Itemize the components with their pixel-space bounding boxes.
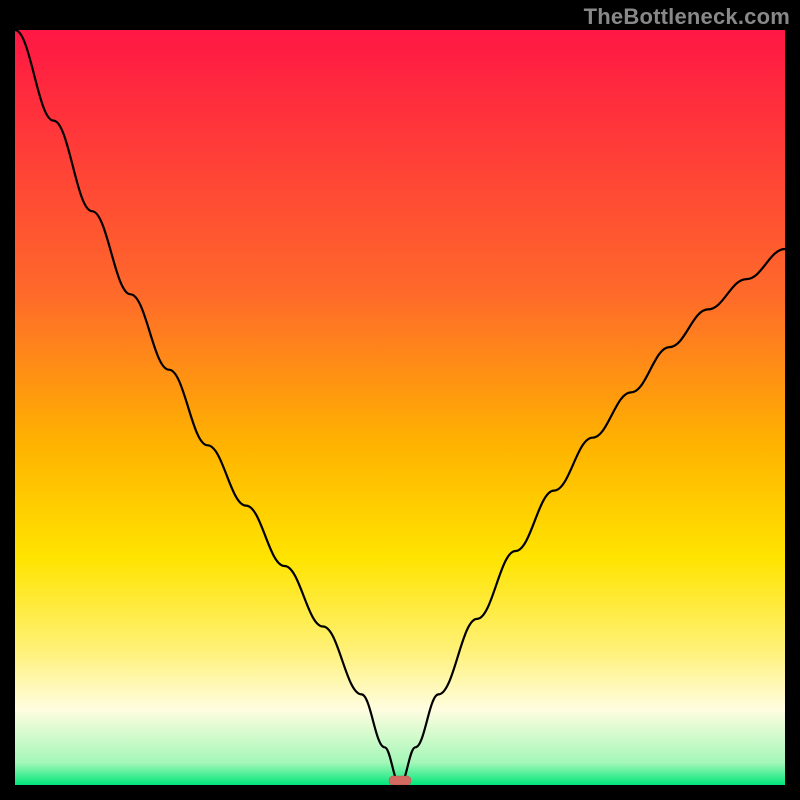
plot-area [15, 30, 785, 785]
chart-svg [15, 30, 785, 785]
optimum-marker [389, 776, 411, 785]
bottleneck-curve [15, 30, 785, 785]
watermark-text: TheBottleneck.com [584, 4, 790, 30]
chart-stage: TheBottleneck.com [0, 0, 800, 800]
gradient-background [15, 30, 785, 785]
